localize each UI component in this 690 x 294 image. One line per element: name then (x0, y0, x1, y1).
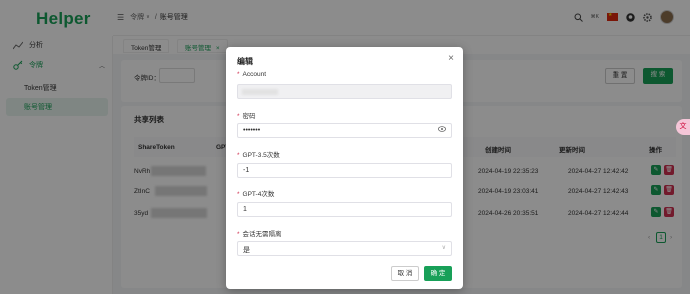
required-mark: * (237, 152, 240, 159)
field-label-text: Account (242, 71, 267, 78)
field-label-text: GPT-4次数 (242, 191, 275, 198)
password-value: ••••••• (243, 127, 261, 134)
eye-icon[interactable] (438, 126, 446, 134)
gpt35-count-input[interactable]: -1 (237, 163, 452, 178)
required-mark: * (237, 113, 240, 120)
cancel-button[interactable]: 取 消 (391, 266, 419, 281)
field-label-text: 密码 (242, 113, 256, 120)
translate-icon: 文 (679, 123, 687, 130)
field-label-gpt35: * GPT-3.5次数 (237, 149, 280, 159)
required-mark: * (237, 191, 240, 198)
required-mark: * (237, 231, 240, 238)
session-isolation-value: 是 (243, 247, 250, 254)
field-label-text: GPT-3.5次数 (242, 152, 280, 159)
field-label-gpt4: * GPT-4次数 (237, 188, 274, 198)
floating-translate-button[interactable]: 文 (676, 119, 690, 135)
account-input[interactable] (237, 84, 452, 99)
session-isolation-select[interactable]: 是 ∨ (237, 241, 452, 256)
chevron-down-icon: ∨ (441, 245, 446, 251)
close-icon[interactable]: × (448, 53, 454, 64)
gpt4-count-input[interactable]: 1 (237, 202, 452, 217)
gpt35-count-value: -1 (243, 167, 250, 174)
gpt4-count-value: 1 (243, 206, 247, 213)
redacted-block (242, 89, 278, 95)
password-input[interactable]: ••••••• (237, 123, 452, 138)
confirm-button[interactable]: 确 定 (424, 266, 452, 281)
field-label-text: 会话无需隔离 (242, 231, 282, 238)
field-label-password: * 密码 (237, 110, 256, 120)
required-mark: * (237, 71, 240, 78)
field-label-account: * Account (237, 71, 266, 78)
modal-title: 编辑 (237, 57, 253, 66)
edit-modal: 编辑 × * Account * 密码 ••••••• * GPT-3.5次数 -1 … (226, 47, 463, 289)
field-label-session-isolation: * 会话无需隔离 (237, 228, 282, 238)
